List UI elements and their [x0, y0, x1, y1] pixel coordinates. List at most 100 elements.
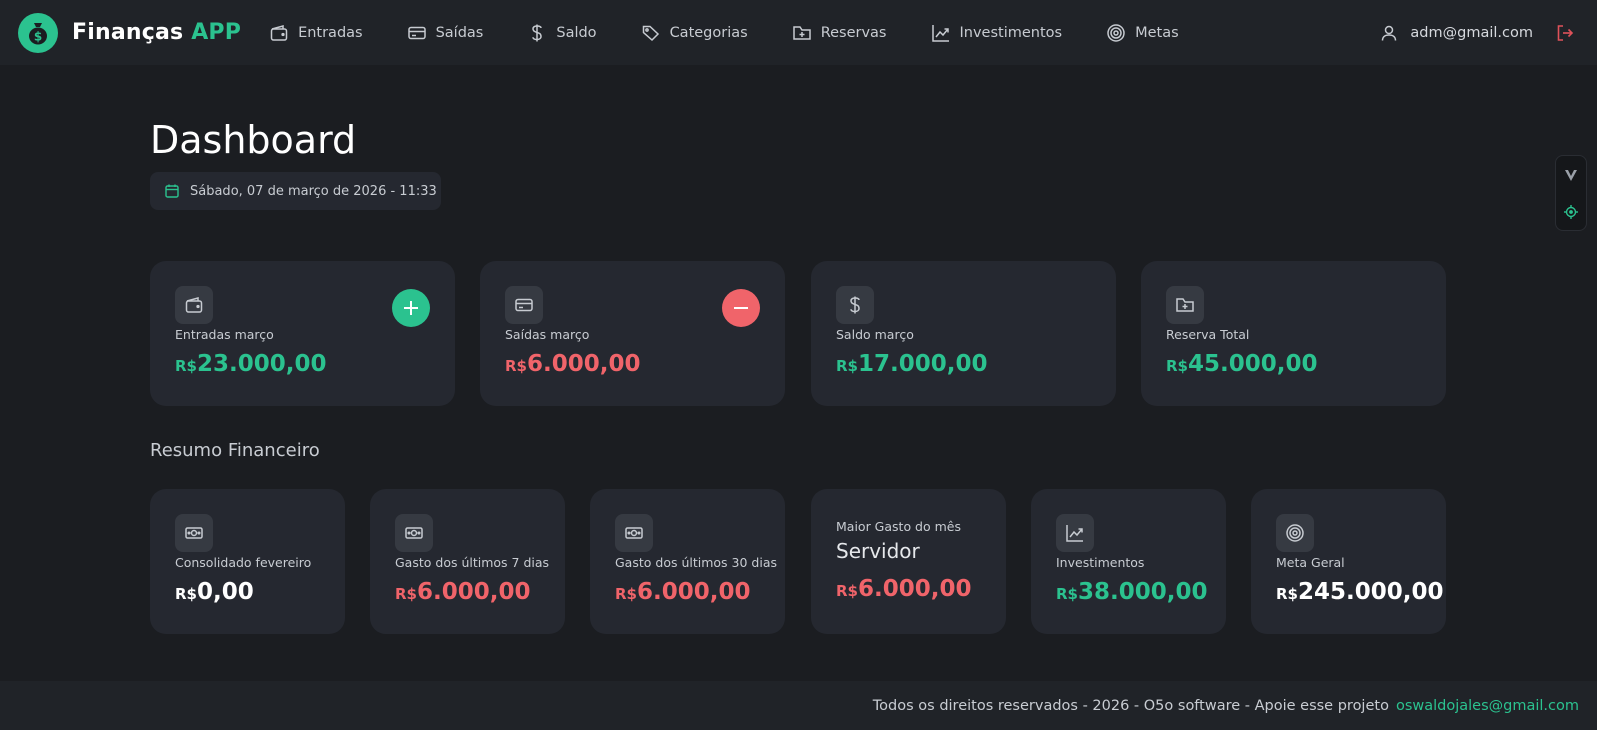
banknote-icon — [175, 514, 213, 552]
nav-item-label: Reservas — [820, 24, 887, 41]
card-label: Reserva Total — [1166, 327, 1250, 342]
user-icon[interactable] — [1380, 24, 1398, 42]
card-label: Meta Geral — [1276, 555, 1345, 570]
card-label: Saídas março — [505, 327, 590, 342]
chart-line-icon — [1056, 514, 1094, 552]
card-reserva: Reserva Total R$45.000,00 — [1141, 261, 1446, 406]
date-badge: Sábado, 07 de março de 2026 - 11:33 — [150, 172, 441, 210]
card-value: R$23.000,00 — [175, 351, 327, 377]
card-meta-geral: Meta Geral R$245.000,00 — [1251, 489, 1446, 634]
dollar-icon — [836, 286, 874, 324]
nav-item-label: Entradas — [298, 24, 363, 41]
currency: R$ — [836, 357, 858, 375]
amount: 23.000,00 — [197, 351, 327, 377]
nav-item-metas[interactable]: Metas — [1102, 13, 1183, 53]
card-gasto-30-dias: Gasto dos últimos 30 dias R$6.000,00 — [590, 489, 785, 634]
card-value: R$6.000,00 — [615, 579, 751, 605]
folder-plus-icon — [792, 25, 811, 40]
folder-plus-icon — [1166, 286, 1204, 324]
minus-icon — [734, 307, 748, 309]
banknote-icon — [395, 514, 433, 552]
amount: 6.000,00 — [637, 579, 751, 605]
crosshair-icon[interactable] — [1564, 204, 1578, 219]
currency: R$ — [836, 582, 858, 600]
footer-text: Todos os direitos reservados - 2026 - O5… — [872, 697, 1389, 714]
nav-item-label: Saldo — [556, 24, 597, 41]
nav-item-investimentos[interactable]: Investimentos — [927, 13, 1067, 53]
card-label: Saldo março — [836, 327, 914, 342]
card-label: Investimentos — [1056, 555, 1145, 570]
card-label: Maior Gasto do mês — [836, 519, 961, 534]
card-entradas: Entradas março R$23.000,00 — [150, 261, 455, 406]
nav-item-label: Saídas — [435, 24, 484, 41]
add-saida-button[interactable] — [722, 289, 760, 327]
brand-name-accent: APP — [191, 20, 242, 45]
currency: R$ — [1166, 357, 1188, 375]
nav-item-label: Investimentos — [959, 24, 1063, 41]
navbar: $ Finanças APP Entradas Saídas Saldo Cat… — [0, 0, 1597, 65]
credit-card-icon — [505, 286, 543, 324]
brand-name: Finanças APP — [72, 20, 241, 45]
card-value: R$6.000,00 — [505, 351, 641, 377]
wallet-icon — [270, 24, 288, 41]
banknote-icon — [615, 514, 653, 552]
target-icon — [1276, 514, 1314, 552]
dollar-icon — [532, 24, 543, 41]
nav-item-saldo[interactable]: Saldo — [523, 13, 600, 53]
currency: R$ — [505, 357, 527, 375]
amount: 6.000,00 — [858, 576, 972, 602]
nav-item-reservas[interactable]: Reservas — [788, 13, 891, 53]
nav-item-categorias[interactable]: Categorias — [637, 13, 752, 53]
user-email[interactable]: adm@gmail.com — [1410, 25, 1533, 41]
currency: R$ — [175, 585, 197, 603]
chart-line-icon — [931, 24, 949, 42]
page-title: Dashboard — [150, 118, 357, 162]
amount: 38.000,00 — [1078, 579, 1208, 605]
card-value: R$17.000,00 — [836, 351, 988, 377]
main-nav: Entradas Saídas Saldo Categorias Reserva… — [265, 13, 1219, 53]
card-saidas: Saídas março R$6.000,00 — [480, 261, 785, 406]
card-label: Entradas março — [175, 327, 274, 342]
section-title: Resumo Financeiro — [150, 440, 320, 461]
card-gasto-7-dias: Gasto dos últimos 7 dias R$6.000,00 — [370, 489, 565, 634]
card-value: R$245.000,00 — [1276, 579, 1444, 605]
footer: Todos os direitos reservados - 2026 - O5… — [0, 681, 1597, 730]
v-logo-icon[interactable] — [1564, 168, 1578, 182]
credit-card-icon — [407, 26, 426, 39]
nav-item-label: Categorias — [669, 24, 748, 41]
user-area: adm@gmail.com — [1380, 0, 1575, 65]
money-bag-icon: $ — [18, 12, 58, 53]
card-consolidado: Consolidado fevereiro R$0,00 — [150, 489, 345, 634]
wallet-icon — [175, 286, 213, 324]
card-value: R$45.000,00 — [1166, 351, 1318, 377]
date-text: Sábado, 07 de março de 2026 - 11:33 — [190, 183, 437, 199]
currency: R$ — [1056, 585, 1078, 603]
card-saldo: Saldo março R$17.000,00 — [811, 261, 1116, 406]
card-label: Consolidado fevereiro — [175, 555, 312, 570]
card-value: R$0,00 — [175, 579, 254, 605]
nav-item-entradas[interactable]: Entradas — [265, 13, 367, 53]
card-label: Gasto dos últimos 7 dias — [395, 555, 550, 570]
card-value: R$6.000,00 — [836, 576, 972, 602]
tags-icon — [642, 25, 659, 41]
svg-text:$: $ — [34, 29, 42, 43]
amount: 0,00 — [197, 579, 254, 605]
footer-email-link[interactable]: oswaldojales@gmail.com — [1396, 698, 1579, 714]
side-widget — [1555, 155, 1587, 231]
calendar-icon — [165, 184, 179, 198]
maior-gasto-name: Servidor — [836, 539, 920, 563]
brand-name-main: Finanças — [72, 20, 184, 45]
logout-icon[interactable] — [1555, 23, 1575, 43]
target-icon — [1107, 23, 1125, 42]
add-entrada-button[interactable] — [392, 289, 430, 327]
card-label: Gasto dos últimos 30 dias — [615, 555, 777, 570]
currency: R$ — [175, 357, 197, 375]
card-investimentos: Investimentos R$38.000,00 — [1031, 489, 1226, 634]
nav-item-saidas[interactable]: Saídas — [403, 13, 488, 53]
nav-item-label: Metas — [1135, 24, 1179, 41]
brand[interactable]: $ Finanças APP — [18, 12, 241, 53]
amount: 6.000,00 — [417, 579, 531, 605]
plus-icon — [404, 301, 418, 315]
card-value: R$38.000,00 — [1056, 579, 1208, 605]
amount: 245.000,00 — [1298, 579, 1444, 605]
